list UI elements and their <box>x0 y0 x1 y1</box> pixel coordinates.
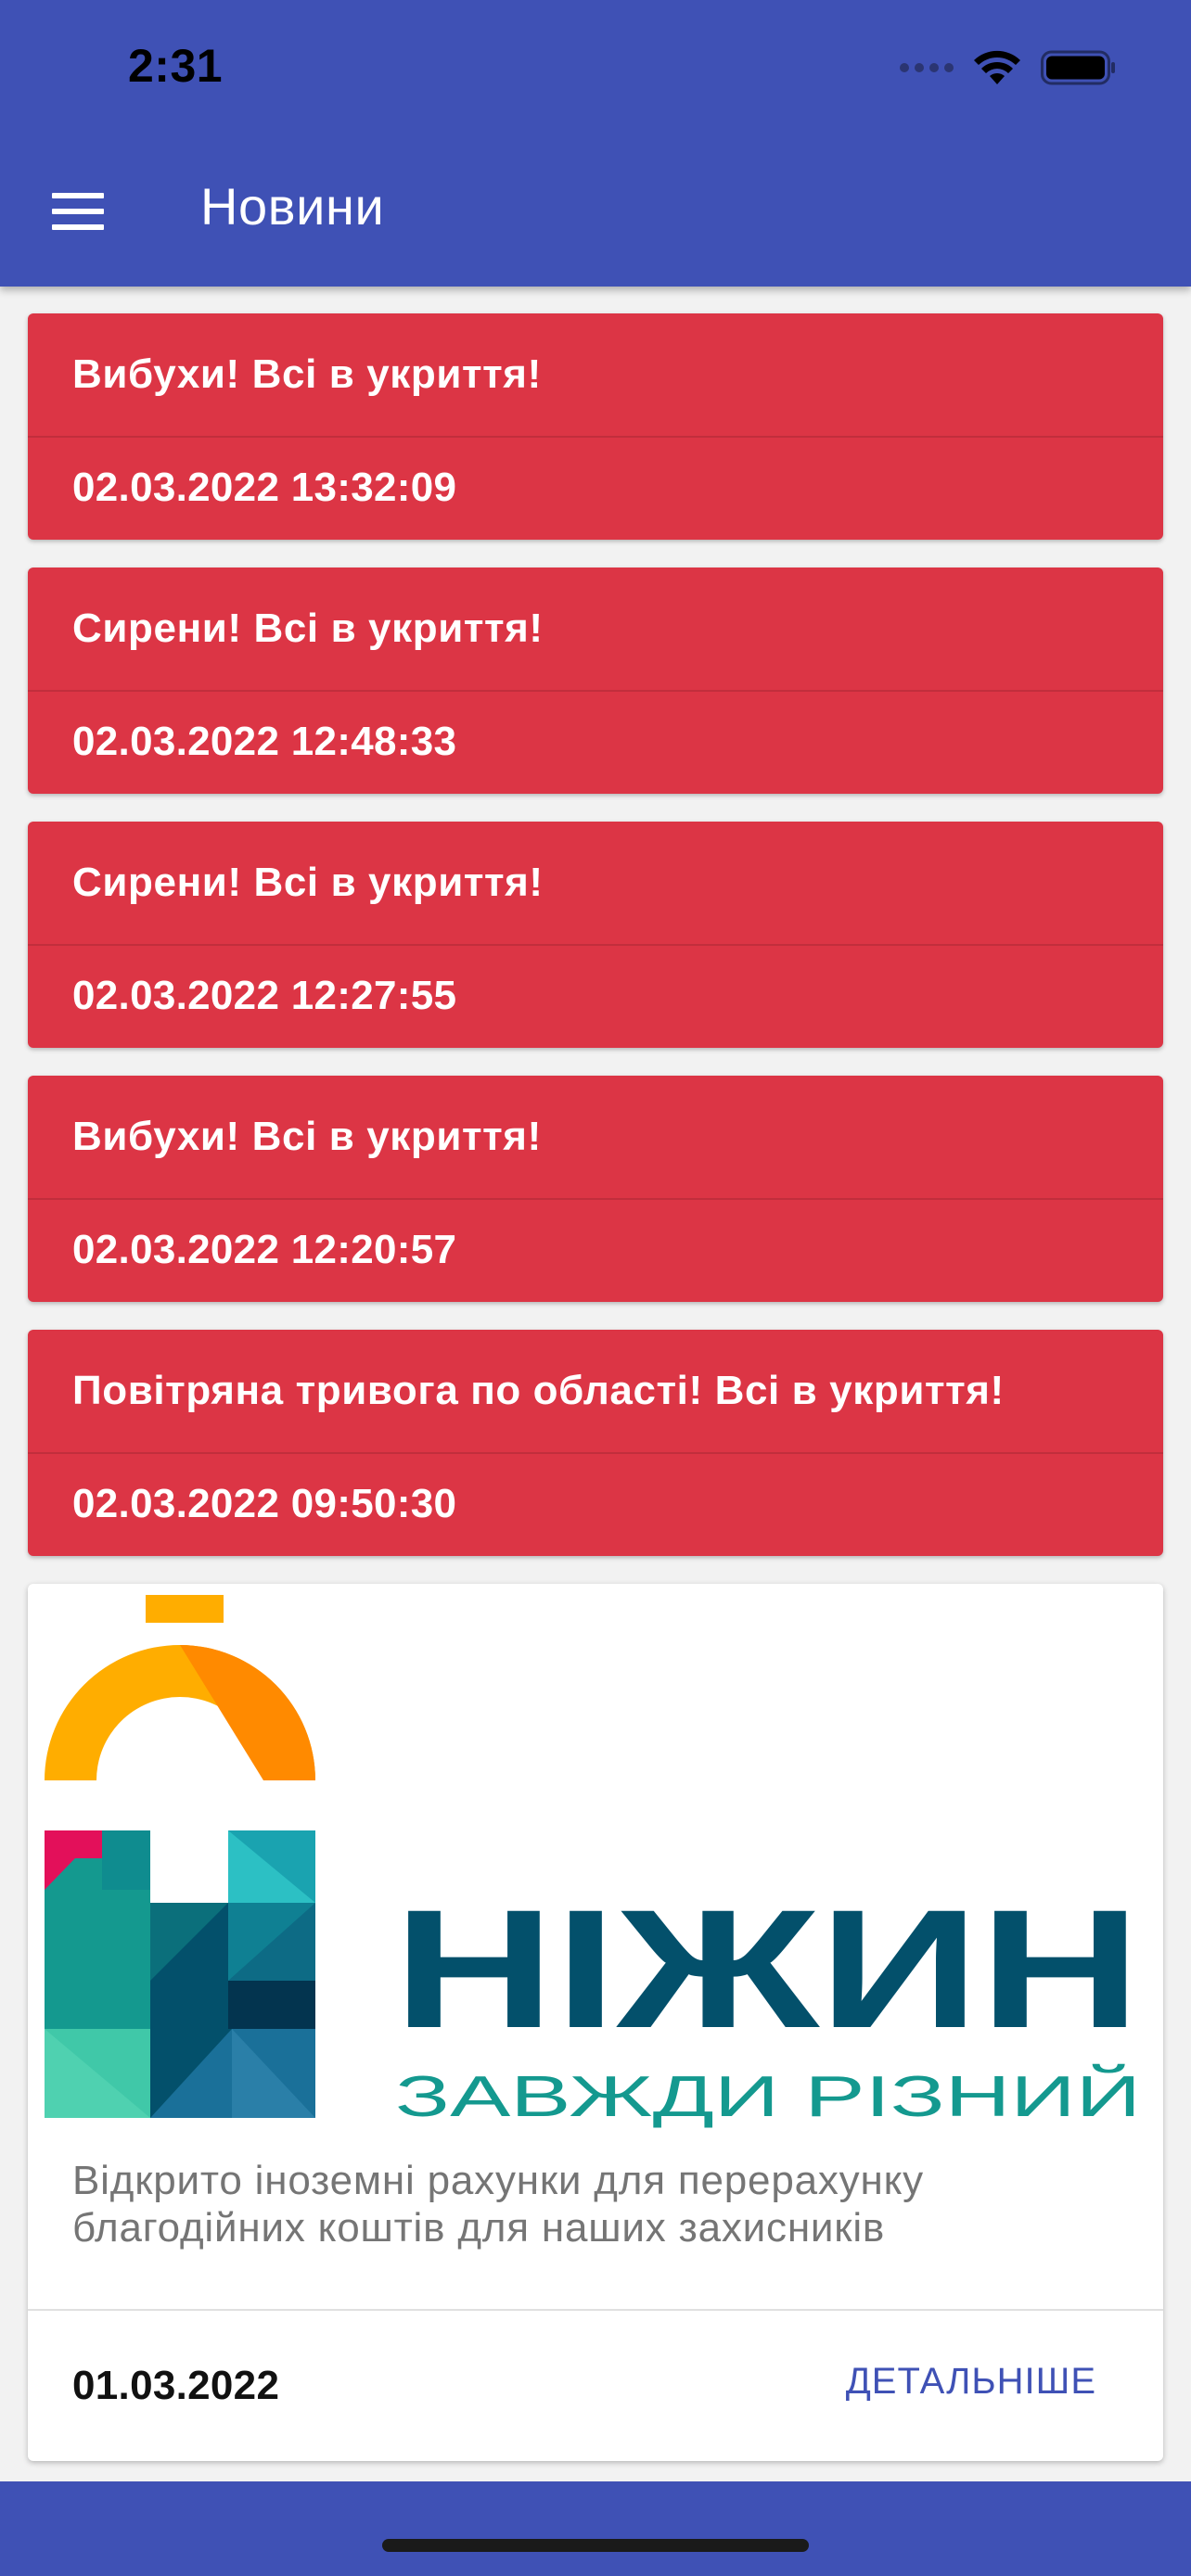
battery-icon <box>1041 50 1115 85</box>
alert-title: Вибухи! Всі в укриття! <box>28 1076 1163 1200</box>
alert-card[interactable]: Повітряна тривога по області! Всі в укри… <box>28 1330 1163 1556</box>
wifi-icon <box>974 50 1020 84</box>
news-text: Відкрито іноземні рахунки для перерахунк… <box>72 2158 924 2251</box>
news-feed[interactable]: Вибухи! Всі в укриття! 02.03.2022 13:32:… <box>28 313 1163 2461</box>
alert-title: Сирени! Всі в укриття! <box>28 822 1163 946</box>
status-bar-time: 2:31 <box>128 40 224 92</box>
details-button[interactable]: ДЕТАЛЬНІШЕ <box>846 2361 1096 2403</box>
alert-time: 02.03.2022 09:50:30 <box>72 1481 457 1526</box>
bottom-bar <box>0 2481 1191 2576</box>
alert-card[interactable]: Сирени! Всі в укриття! 02.03.2022 12:48:… <box>28 567 1163 794</box>
status-bar-icons <box>900 46 1117 89</box>
app-bar: 2:31 Новини <box>0 0 1191 287</box>
alert-title: Повітряна тривога по області! Всі в укри… <box>28 1330 1163 1454</box>
alert-time: 02.03.2022 12:27:55 <box>72 973 457 1018</box>
alert-time: 02.03.2022 13:32:09 <box>72 465 457 510</box>
alert-title: Сирени! Всі в укриття! <box>28 567 1163 692</box>
nizhyn-logo: НІЖИН ЗАВЖДИ РІЗНИЙ <box>45 1595 1141 2129</box>
alert-time: 02.03.2022 12:48:33 <box>72 719 457 764</box>
logo-title: НІЖИН <box>393 1874 1141 2063</box>
news-card[interactable]: НІЖИН ЗАВЖДИ РІЗНИЙ Відкрито іноземні ра… <box>28 1584 1163 2461</box>
divider <box>28 2309 1163 2311</box>
hamburger-menu-icon <box>52 193 104 198</box>
page-title: Новини <box>200 177 385 236</box>
logo-subtitle: ЗАВЖДИ РІЗНИЙ <box>395 2064 1141 2129</box>
alert-title: Вибухи! Всі в укриття! <box>28 313 1163 438</box>
cellular-signal-icon <box>900 63 954 72</box>
alert-card[interactable]: Вибухи! Всі в укриття! 02.03.2022 13:32:… <box>28 313 1163 540</box>
news-date: 01.03.2022 <box>72 2363 280 2408</box>
alert-card[interactable]: Вибухи! Всі в укриття! 02.03.2022 12:20:… <box>28 1076 1163 1302</box>
home-indicator[interactable] <box>382 2539 809 2552</box>
alert-time: 02.03.2022 12:20:57 <box>72 1227 457 1272</box>
alert-card[interactable]: Сирени! Всі в укриття! 02.03.2022 12:27:… <box>28 822 1163 1048</box>
menu-button[interactable] <box>43 182 113 241</box>
